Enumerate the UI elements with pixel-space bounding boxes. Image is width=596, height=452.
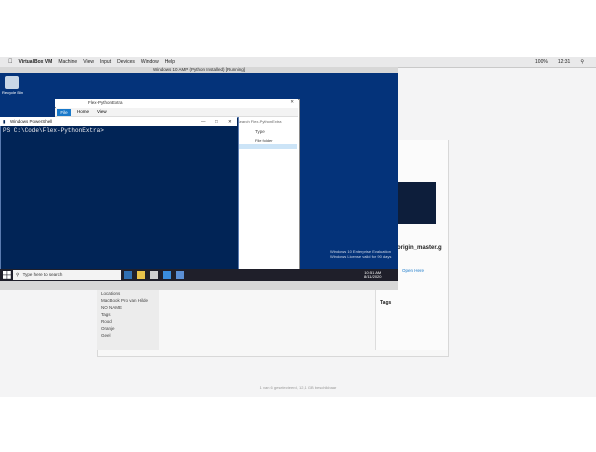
explorer-title: Flex-PythonExtra [88,100,123,105]
sidebar-item[interactable]: Oranje [97,325,159,332]
close-icon[interactable]: ✕ [228,117,232,126]
close-icon[interactable]: ✕ [290,99,294,105]
sidebar-item[interactable]: Locations [97,290,159,297]
file-thumbnail[interactable] [396,182,436,224]
menu-input[interactable]: Input [100,59,111,65]
finder-sidebar: Locations MacBook Pro van Hilde NO NAME … [97,290,159,350]
explorer-titlebar: Flex-PythonExtra ✕ [55,99,298,107]
menu-machine[interactable]: Machine [58,59,77,65]
sidebar-item[interactable]: Geel [97,332,159,339]
store-icon[interactable] [150,271,158,279]
column-type[interactable]: Type [255,129,265,134]
watermark-line: Windows License valid for 90 days [330,253,392,259]
recycle-bin-label: Recycle Bin [2,90,24,95]
sidebar-item[interactable]: Tags [97,311,159,318]
maximize-icon[interactable]: □ [215,117,218,126]
app-menu[interactable]: VirtualBox VM [19,59,53,65]
spotlight-icon[interactable]: ⚲ [580,59,584,65]
powershell-icon: ▮ [3,119,6,124]
powershell-title: Windows PowerShell [10,119,53,124]
battery-level[interactable]: 100% [535,59,548,65]
sidebar-item[interactable]: NO NAME [97,304,159,311]
search-icon: ⚲ [16,272,20,277]
edge-icon[interactable] [124,271,132,279]
tab-view[interactable]: View [97,109,107,114]
minimize-icon[interactable]: — [201,117,206,126]
file-name: origin_master.g [397,245,442,251]
taskbar-search[interactable]: ⚲ Type here to search [13,270,121,280]
powershell-task-icon[interactable] [176,271,184,279]
tags-heading: Tags [380,300,392,306]
taskbar-pinned [124,270,184,280]
virtualbox-statusbar [0,281,398,290]
sidebar-item[interactable]: Rood [97,318,159,325]
tab-home[interactable]: Home [77,109,89,114]
taskbar-clock[interactable]: 10:51 AM 8/11/2020 [364,271,382,279]
taskbar-date: 8/11/2020 [364,274,382,279]
open-here-link[interactable]: Open Here [402,268,424,273]
powershell-window[interactable] [0,117,239,271]
table-row[interactable] [237,144,297,149]
recycle-bin-icon[interactable] [5,76,19,89]
powershell-titlebar: ▮ Windows PowerShell — □ ✕ [0,117,237,126]
apple-icon[interactable]:  [8,59,13,65]
mail-icon[interactable] [163,271,171,279]
menu-devices[interactable]: Devices [117,59,135,65]
folder-icon[interactable] [137,271,145,279]
search-placeholder: Type here to search [22,272,63,277]
powershell-prompt[interactable]: PS C:\Code\Flex-PythonExtra> [3,127,104,134]
menu-view[interactable]: View [83,59,94,65]
finder-status: 1 van 6 geselecteerd, 12,1 GB beschikbaa… [259,385,337,390]
explorer-search[interactable]: Search Flex-PythonExtra [237,119,281,124]
clock[interactable]: 12:31 [558,59,571,65]
menu-help[interactable]: Help [165,59,175,65]
windows-start-icon[interactable] [3,271,11,279]
sidebar-item[interactable]: MacBook Pro van Hilde [97,297,159,304]
row-type: File folder [255,138,273,143]
windows-watermark: Windows 10 Enterprise Evaluation Windows… [330,249,392,259]
explorer-ribbon: Home View [55,108,298,117]
tab-file[interactable]: File [57,109,71,116]
menu-window[interactable]: Window [141,59,159,65]
